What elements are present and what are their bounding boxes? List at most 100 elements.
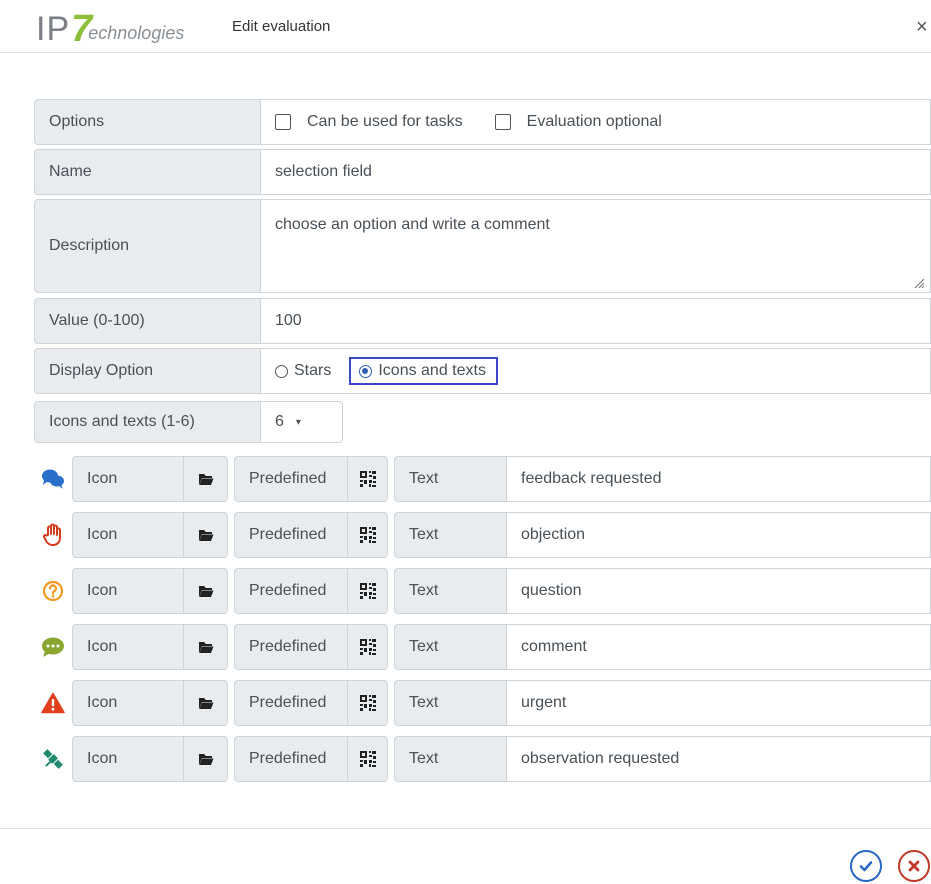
icon-label: Icon (72, 456, 184, 502)
options-label: Options (34, 99, 261, 145)
qr-code-icon (359, 470, 377, 488)
browse-folder-button[interactable] (184, 568, 228, 614)
predefined-label: Predefined (234, 736, 348, 782)
folder-open-icon (198, 640, 214, 654)
checkmark-icon (859, 861, 873, 872)
text-label: Text (394, 568, 507, 614)
logo-ip-text: IP (36, 10, 71, 48)
comment-dots-icon (34, 624, 72, 670)
description-text: choose an option and write a comment (275, 216, 550, 233)
browse-folder-button[interactable] (184, 736, 228, 782)
browse-folder-button[interactable] (184, 456, 228, 502)
footer-divider (0, 828, 931, 829)
text-input[interactable]: comment (507, 624, 931, 670)
text-input[interactable]: observation requested (507, 736, 931, 782)
predefined-qr-button[interactable] (348, 624, 388, 670)
name-input[interactable]: selection field (261, 149, 931, 195)
folder-open-icon (198, 752, 214, 766)
text-label: Text (394, 680, 507, 726)
icon-label: Icon (72, 736, 184, 782)
icons-and-texts-radio[interactable] (359, 364, 373, 378)
value-row: Value (0-100) 100 (34, 298, 931, 344)
folder-open-icon (198, 472, 214, 486)
icon-label: Icon (72, 624, 184, 670)
value-label: Value (0-100) (34, 298, 261, 344)
chevron-down-icon: ▾ (295, 416, 301, 428)
folder-open-icon (198, 696, 214, 710)
close-icon (908, 860, 920, 872)
stars-radio[interactable] (275, 364, 288, 378)
text-input[interactable]: objection (507, 512, 931, 558)
company-logo: IP 7 echnologies (36, 10, 185, 48)
text-label: Text (394, 624, 507, 670)
display-option-row: Display Option Stars Icons and texts (34, 348, 931, 394)
name-label: Name (34, 149, 261, 195)
icon-row: Icon Predefined Text feedback requested (34, 456, 931, 502)
qr-code-icon (359, 526, 377, 544)
icon-label: Icon (72, 568, 184, 614)
predefined-label: Predefined (234, 680, 348, 726)
can-be-used-for-tasks-checkbox[interactable] (275, 114, 291, 130)
satellite-icon (34, 736, 72, 782)
can-be-used-for-tasks-label: Can be used for tasks (307, 113, 463, 130)
qr-code-icon (359, 582, 377, 600)
modal-title: Edit evaluation (232, 18, 331, 35)
predefined-label: Predefined (234, 456, 348, 502)
predefined-qr-button[interactable] (348, 736, 388, 782)
folder-open-icon (198, 528, 214, 542)
icons-and-texts-radio-label: Icons and texts (378, 362, 486, 379)
icons-count-label: Icons and texts (1-6) (34, 401, 261, 443)
value-input[interactable]: 100 (261, 298, 931, 344)
predefined-qr-button[interactable] (348, 512, 388, 558)
description-label: Description (34, 199, 261, 293)
icon-row: Icon Predefined Text comment (34, 624, 931, 670)
icon-row: Icon Predefined Text observation request… (34, 736, 931, 782)
display-option-label: Display Option (34, 348, 261, 394)
stars-radio-option[interactable]: Stars (275, 362, 331, 380)
text-input[interactable]: question (507, 568, 931, 614)
predefined-qr-button[interactable] (348, 456, 388, 502)
icons-and-texts-radio-option[interactable]: Icons and texts (349, 357, 498, 385)
text-input[interactable]: urgent (507, 680, 931, 726)
resize-handle-icon[interactable] (914, 278, 924, 288)
name-row: Name selection field (34, 149, 931, 195)
predefined-label: Predefined (234, 624, 348, 670)
options-field: Can be used for tasks Evaluation optiona… (261, 99, 931, 145)
text-label: Text (394, 512, 507, 558)
qr-code-icon (359, 750, 377, 768)
icon-row: Icon Predefined Text urgent (34, 680, 931, 726)
icon-row: Icon Predefined Text question (34, 568, 931, 614)
qr-code-icon (359, 694, 377, 712)
icons-count-select[interactable]: 6 ▾ (261, 401, 343, 443)
speech-bubbles-icon (34, 456, 72, 502)
evaluation-optional-checkbox[interactable] (494, 114, 511, 130)
logo-tech-text: echnologies (88, 23, 185, 43)
icon-label: Icon (72, 680, 184, 726)
modal-header: IP 7 echnologies Edit evaluation × (0, 0, 931, 53)
save-button[interactable] (850, 850, 882, 882)
browse-folder-button[interactable] (184, 512, 228, 558)
raised-hand-icon (34, 512, 72, 558)
text-input[interactable]: feedback requested (507, 456, 931, 502)
icons-count-row: Icons and texts (1-6) 6 ▾ (34, 401, 344, 443)
browse-folder-button[interactable] (184, 624, 228, 670)
description-textarea[interactable]: choose an option and write a comment (261, 199, 931, 293)
qr-code-icon (359, 638, 377, 656)
predefined-qr-button[interactable] (348, 680, 388, 726)
can-be-used-for-tasks-option[interactable]: Can be used for tasks (275, 113, 463, 131)
stars-radio-label: Stars (294, 362, 332, 379)
options-row: Options Can be used for tasks Evaluation… (34, 99, 931, 145)
close-icon[interactable]: × (916, 16, 928, 39)
cancel-button[interactable] (898, 850, 930, 882)
icons-count-value: 6 (275, 413, 284, 430)
warning-triangle-icon (34, 680, 72, 726)
predefined-label: Predefined (234, 568, 348, 614)
predefined-label: Predefined (234, 512, 348, 558)
browse-folder-button[interactable] (184, 680, 228, 726)
description-row: Description choose an option and write a… (34, 199, 931, 293)
folder-open-icon (198, 584, 214, 598)
text-label: Text (394, 736, 507, 782)
predefined-qr-button[interactable] (348, 568, 388, 614)
evaluation-optional-option[interactable]: Evaluation optional (494, 113, 662, 131)
question-circle-icon (34, 568, 72, 614)
